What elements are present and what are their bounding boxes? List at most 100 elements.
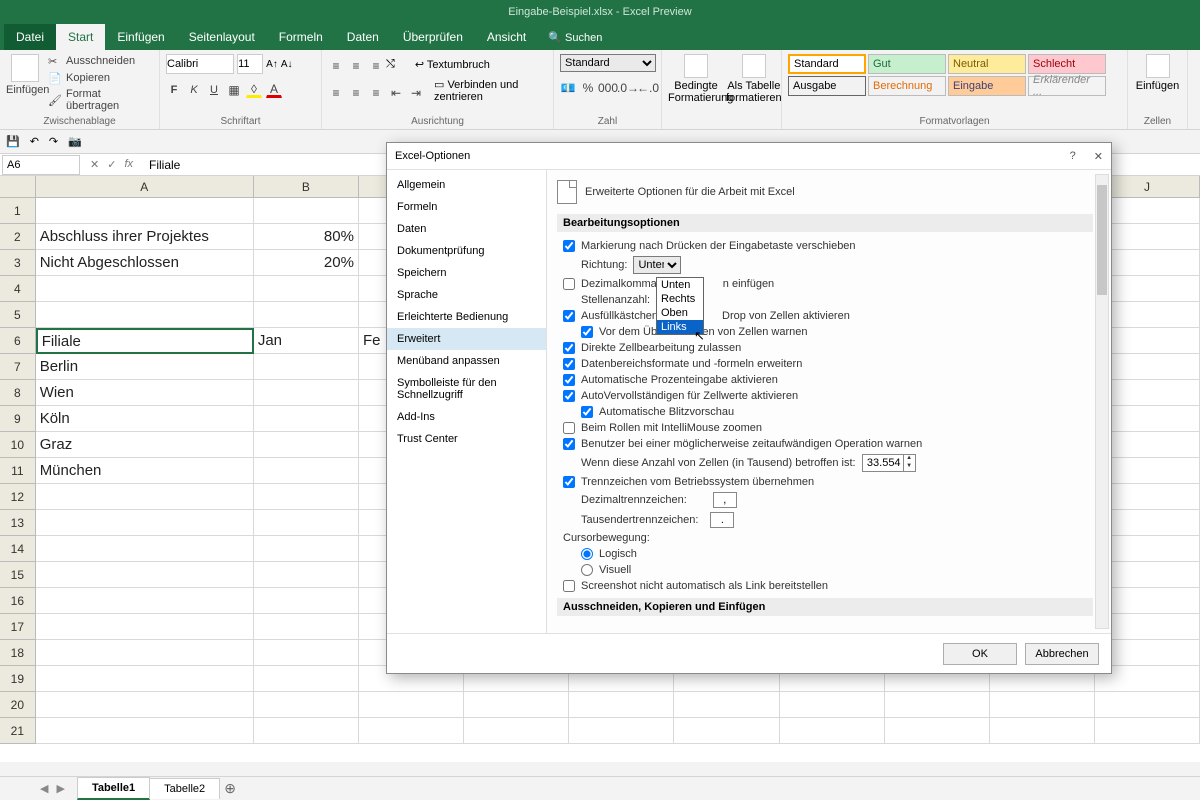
style-neutral[interactable]: Neutral bbox=[948, 54, 1026, 74]
comma-icon[interactable]: 000 bbox=[600, 80, 616, 96]
row-header-5[interactable]: 5 bbox=[0, 302, 36, 328]
cell-F20[interactable] bbox=[674, 692, 779, 718]
nav-erleichterte[interactable]: Erleichterte Bedienung bbox=[387, 306, 546, 328]
tab-formeln[interactable]: Formeln bbox=[267, 24, 335, 50]
cell-A16[interactable] bbox=[36, 588, 254, 614]
select-richtung[interactable]: Unten bbox=[633, 256, 681, 274]
chk-vor-uberschreiben[interactable] bbox=[581, 326, 593, 338]
cell-A13[interactable] bbox=[36, 510, 254, 536]
dropdown-option-links[interactable]: Links bbox=[657, 320, 703, 334]
chk-markierung[interactable] bbox=[563, 240, 575, 252]
cell-B11[interactable] bbox=[254, 458, 359, 484]
nav-menuband[interactable]: Menüband anpassen bbox=[387, 350, 546, 372]
align-bot-icon[interactable]: ≡ bbox=[368, 58, 384, 74]
cell-H20[interactable] bbox=[885, 692, 990, 718]
align-mid-icon[interactable]: ≡ bbox=[348, 58, 364, 74]
tab-start[interactable]: Start bbox=[56, 24, 105, 50]
dropdown-option-unten[interactable]: Unten bbox=[657, 278, 703, 292]
redo-icon[interactable]: ↷ bbox=[49, 135, 58, 148]
close-icon[interactable]: ✕ bbox=[1094, 150, 1103, 163]
row-header-17[interactable]: 17 bbox=[0, 614, 36, 640]
cell-A19[interactable] bbox=[36, 666, 254, 692]
style-standard[interactable]: Standard bbox=[788, 54, 866, 74]
cell-A18[interactable] bbox=[36, 640, 254, 666]
row-header-6[interactable]: 6 bbox=[0, 328, 36, 354]
nav-sprache[interactable]: Sprache bbox=[387, 284, 546, 306]
row-header-1[interactable]: 1 bbox=[0, 198, 36, 224]
underline-button[interactable]: U bbox=[206, 82, 222, 98]
inc-decimal-icon[interactable]: .0→ bbox=[620, 80, 636, 96]
cell-A11[interactable]: München bbox=[36, 458, 254, 484]
ribbon-search[interactable]: 🔍 Suchen bbox=[538, 25, 612, 50]
cancel-formula-icon[interactable]: ✕ bbox=[90, 158, 99, 171]
style-erklarender[interactable]: Erklärender ... bbox=[1028, 76, 1106, 96]
dropdown-option-oben[interactable]: Oben bbox=[657, 306, 703, 320]
copy-button[interactable]: 📄Kopieren bbox=[48, 71, 153, 85]
col-header-B[interactable]: B bbox=[254, 176, 359, 197]
chk-trennzeichen[interactable] bbox=[563, 476, 575, 488]
cell-E21[interactable] bbox=[569, 718, 674, 744]
cell-A9[interactable]: Köln bbox=[36, 406, 254, 432]
style-ausgabe[interactable]: Ausgabe bbox=[788, 76, 866, 96]
cell-G20[interactable] bbox=[780, 692, 885, 718]
align-center-icon[interactable]: ≡ bbox=[348, 85, 364, 101]
cell-B10[interactable] bbox=[254, 432, 359, 458]
align-top-icon[interactable]: ≡ bbox=[328, 58, 344, 74]
decrease-font-icon[interactable]: A↓ bbox=[281, 59, 293, 70]
dec-decimal-icon[interactable]: ←.0 bbox=[640, 80, 656, 96]
richtung-dropdown[interactable]: Unten Rechts Oben Links bbox=[656, 277, 704, 335]
row-header-18[interactable]: 18 bbox=[0, 640, 36, 666]
input-tausendertrenn[interactable] bbox=[710, 512, 734, 528]
number-format-select[interactable]: Standard bbox=[560, 54, 656, 72]
cell-B14[interactable] bbox=[254, 536, 359, 562]
nav-trust-center[interactable]: Trust Center bbox=[387, 428, 546, 450]
percent-icon[interactable]: % bbox=[580, 80, 596, 96]
chk-autovervoll[interactable] bbox=[563, 390, 575, 402]
camera-icon[interactable]: 📷 bbox=[68, 135, 82, 148]
cell-H21[interactable] bbox=[885, 718, 990, 744]
paste-button[interactable]: Einfügen bbox=[6, 54, 44, 96]
cell-E20[interactable] bbox=[569, 692, 674, 718]
cancel-button[interactable]: Abbrechen bbox=[1025, 643, 1099, 665]
cell-B2[interactable]: 80% bbox=[254, 224, 359, 250]
style-schlecht[interactable]: Schlecht bbox=[1028, 54, 1106, 74]
dropdown-option-rechts[interactable]: Rechts bbox=[657, 292, 703, 306]
row-header-13[interactable]: 13 bbox=[0, 510, 36, 536]
chk-screenshot[interactable] bbox=[563, 580, 575, 592]
fx-icon[interactable]: fx bbox=[124, 158, 133, 171]
cell-C21[interactable] bbox=[359, 718, 464, 744]
cell-A1[interactable] bbox=[36, 198, 254, 224]
italic-button[interactable]: K bbox=[186, 82, 202, 98]
cell-J21[interactable] bbox=[1095, 718, 1200, 744]
cell-C20[interactable] bbox=[359, 692, 464, 718]
currency-icon[interactable]: 💶 bbox=[560, 80, 576, 96]
cell-B8[interactable] bbox=[254, 380, 359, 406]
tab-uberprufen[interactable]: Überprüfen bbox=[391, 24, 475, 50]
nav-symbolleiste[interactable]: Symbolleiste für den Schnellzugriff bbox=[387, 372, 546, 406]
row-header-14[interactable]: 14 bbox=[0, 536, 36, 562]
undo-icon[interactable]: ↶ bbox=[30, 135, 39, 148]
conditional-formatting-button[interactable]: Bedingte Formatierung bbox=[668, 54, 724, 104]
increase-font-icon[interactable]: A↑ bbox=[266, 59, 278, 70]
row-header-12[interactable]: 12 bbox=[0, 484, 36, 510]
chk-datenbereich[interactable] bbox=[563, 358, 575, 370]
nav-addins[interactable]: Add-Ins bbox=[387, 406, 546, 428]
nav-allgemein[interactable]: Allgemein bbox=[387, 174, 546, 196]
format-painter-button[interactable]: 🖌Format übertragen bbox=[48, 88, 153, 112]
insert-cells-button[interactable]: Einfügen bbox=[1134, 54, 1181, 92]
cell-B12[interactable] bbox=[254, 484, 359, 510]
nav-dokumentprufung[interactable]: Dokumentprüfung bbox=[387, 240, 546, 262]
row-header-21[interactable]: 21 bbox=[0, 718, 36, 744]
row-header-2[interactable]: 2 bbox=[0, 224, 36, 250]
chk-prozent[interactable] bbox=[563, 374, 575, 386]
cell-D21[interactable] bbox=[464, 718, 569, 744]
help-icon[interactable]: ? bbox=[1070, 150, 1076, 163]
radio-visuell[interactable] bbox=[581, 564, 593, 576]
tab-seitenlayout[interactable]: Seitenlayout bbox=[177, 24, 267, 50]
chk-intellimouse[interactable] bbox=[563, 422, 575, 434]
cell-B13[interactable] bbox=[254, 510, 359, 536]
cell-B3[interactable]: 20% bbox=[254, 250, 359, 276]
tab-ansicht[interactable]: Ansicht bbox=[475, 24, 538, 50]
cell-I21[interactable] bbox=[990, 718, 1095, 744]
style-eingabe[interactable]: Eingabe bbox=[948, 76, 1026, 96]
